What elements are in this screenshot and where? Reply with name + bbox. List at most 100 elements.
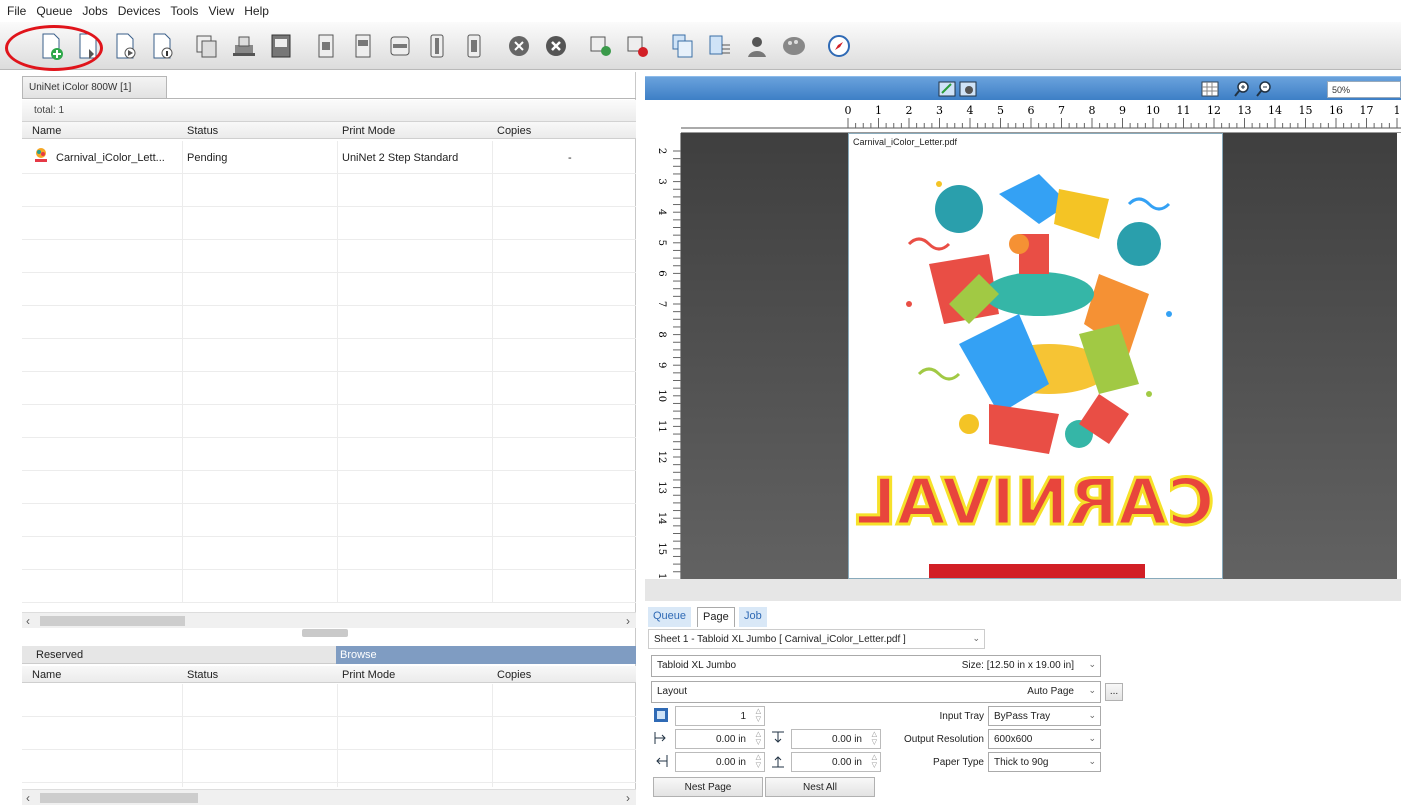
hruler-label: 12 [1207,104,1221,117]
margin-top-stepper[interactable]: 0.00 in △ ▽ [791,729,881,749]
layout-select[interactable]: Layout Auto Page ⌄ [651,681,1101,703]
hruler-label: 8 [1089,104,1096,117]
preview-panel: 50% 0 1 2 3 4 5 6 7 8 9 10 11 12 13 14 15 16 17 1 23456789… [645,72,1401,805]
color-palette-icon[interactable] [781,31,807,61]
input-tray-select[interactable]: ByPass Tray ⌄ [988,706,1101,726]
col-name[interactable]: Name [32,125,61,137]
send-to-printer-icon[interactable] [670,31,696,61]
hruler-label: 0 [845,104,852,117]
col-status[interactable]: Status [187,125,218,137]
margin-top-icon [770,730,786,746]
menu-file[interactable]: File [6,4,27,18]
col-copies[interactable]: Copies [497,125,531,137]
col-print-mode[interactable]: Print Mode [342,669,395,681]
col-name[interactable]: Name [32,669,61,681]
media-select[interactable]: Tabloid XL Jumbo Size: [12.50 in x 19.00 … [651,655,1101,677]
zoom-out-icon[interactable] [1255,80,1273,101]
vruler-label: 5 [656,240,667,246]
reserved-grid-header: Name Status Print Mode Copies [22,666,636,683]
nest-page-button[interactable]: Nest Page [653,777,763,797]
output-resolution-select[interactable]: 600x600 ⌄ [988,729,1101,749]
printer-device-icon[interactable] [268,31,294,61]
output-resolution-label: Output Resolution [903,734,984,745]
margin-bottom-icon [770,753,786,769]
compass-icon[interactable] [826,31,852,61]
hruler-label: 14 [1268,104,1282,117]
vruler-label: 10 [656,389,667,402]
import-job-icon[interactable] [75,31,101,61]
col-copies[interactable]: Copies [497,669,531,681]
hruler-label: 6 [1028,104,1035,117]
preview-view-icon[interactable] [959,80,977,101]
horizontal-ruler: 0 1 2 3 4 5 6 7 8 9 10 11 12 13 14 15 16 17 1 [681,100,1401,133]
paper-type-select[interactable]: Thick to 90g ⌄ [988,752,1101,772]
lower-tabs: Reserved Browse [22,646,636,664]
layout-more-button[interactable]: ... [1105,683,1123,701]
tab-page[interactable]: Page [697,607,735,627]
col-print-mode[interactable]: Print Mode [342,125,395,137]
copies-stepper[interactable]: 1 △ ▽ [675,706,765,726]
delete-job-icon[interactable] [543,31,569,61]
zoom-level-input[interactable]: 50% [1327,81,1401,98]
tab-browse[interactable]: Browse [336,646,636,664]
grid-icon[interactable] [1201,80,1219,101]
user-icon[interactable] [744,31,770,61]
center-horizontal-icon[interactable] [313,31,339,61]
tab-divider [22,98,636,99]
menu-tools[interactable]: Tools [169,4,199,18]
fit-page-icon[interactable] [461,31,487,61]
reserved-hscrollbar[interactable]: ‹ › [22,789,636,805]
nest-all-button[interactable]: Nest All [765,777,875,797]
preview-toolbar: 50% [645,76,1401,100]
open-job-icon[interactable] [112,31,138,61]
tab-reserved[interactable]: Reserved [22,646,336,664]
job-thumbnail-icon [34,147,48,166]
vruler-label: 8 [656,331,667,337]
total-count: total: 1 [22,100,636,122]
panel-splitter[interactable] [302,629,348,637]
preview-canvas[interactable]: Carnival_iColor_Letter.pdf CARNIVAL [681,133,1397,579]
queue-panel: UniNet iColor 800W [1] total: 1 Name Sta… [0,72,636,805]
new-job-icon[interactable] [38,31,64,61]
stop-job-icon[interactable] [625,31,651,61]
job-info-icon[interactable] [149,31,175,61]
hruler-label: 7 [1058,104,1065,117]
vruler-label: 11 [656,420,667,433]
hruler-label: 11 [1177,104,1191,117]
copy-job-icon[interactable] [194,31,220,61]
hruler-label: 16 [1329,104,1343,117]
table-row[interactable]: Carnival_iColor_Lett... Pending UniNet 2… [22,141,636,174]
vruler-label: 2 [656,148,667,154]
duplicate-job-icon[interactable] [588,31,614,61]
paper-type-label: Paper Type [933,757,984,768]
vruler-label: 9 [656,362,667,368]
center-vertical-icon[interactable] [350,31,376,61]
hruler-label: 10 [1146,104,1160,117]
rip-job-icon[interactable] [707,31,733,61]
menu-view[interactable]: View [207,4,235,18]
hruler-label: 3 [936,104,943,117]
menu-queue[interactable]: Queue [35,4,73,18]
tab-queue[interactable]: Queue [648,607,692,627]
margin-left-icon [653,730,669,746]
menu-jobs[interactable]: Jobs [81,4,108,18]
printer-tab[interactable]: UniNet iColor 800W [1] [22,76,167,98]
menu-devices[interactable]: Devices [117,4,162,18]
sheet-select[interactable]: Sheet 1 - Tabloid XL Jumbo [ Carnival_iC… [648,629,985,649]
col-status[interactable]: Status [187,669,218,681]
job-copies: - [568,152,572,164]
vruler-label: 3 [656,178,667,184]
queue-hscrollbar[interactable]: ‹ › [22,612,636,628]
menu-help[interactable]: Help [243,4,270,18]
tab-job[interactable]: Job [739,607,767,627]
fit-width-icon[interactable] [387,31,413,61]
margin-left-stepper[interactable]: 0.00 in △ ▽ [675,729,765,749]
margin-right-stepper[interactable]: 0.00 in △ ▽ [675,752,765,772]
hruler-label: 1 [875,104,882,117]
fit-height-icon[interactable] [424,31,450,61]
cancel-job-icon[interactable] [506,31,532,61]
mirror-icon[interactable] [938,80,956,101]
margin-bottom-stepper[interactable]: 0.00 in △ ▽ [791,752,881,772]
print-queue-icon[interactable] [231,31,257,61]
zoom-in-icon[interactable] [1233,80,1251,101]
